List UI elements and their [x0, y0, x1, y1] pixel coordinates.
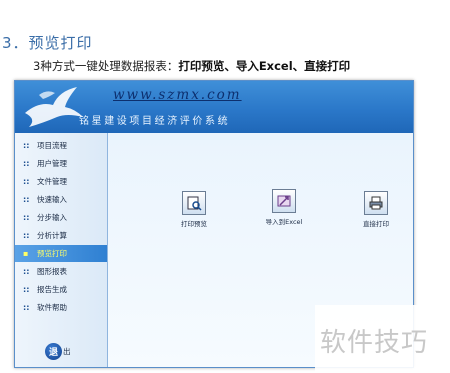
bullet-icon: ::	[23, 285, 30, 294]
bullet-icon: ::	[23, 195, 30, 204]
sidebar-item-preview-print[interactable]: ▪ 预览打印	[15, 245, 107, 262]
print-preview-icon	[182, 191, 206, 215]
sidebar-item-quick-input[interactable]: :: 快速输入	[15, 191, 107, 208]
direct-print-button[interactable]: 直接打印	[346, 191, 406, 228]
sidebar-item-label: 预览打印	[37, 249, 67, 258]
sidebar-item-label: 快速输入	[37, 195, 67, 204]
bullet-icon: ::	[23, 303, 30, 312]
sidebar-item-step-input[interactable]: :: 分步输入	[15, 209, 107, 226]
export-excel-icon	[272, 189, 296, 213]
bullet-icon: ::	[23, 213, 30, 222]
sidebar-item-file-management[interactable]: :: 文件管理	[15, 173, 107, 190]
sidebar-item-user-management[interactable]: :: 用户管理	[15, 155, 107, 172]
watermark-text: 软件技巧	[320, 328, 429, 358]
sidebar-item-report-generation[interactable]: :: 报告生成	[15, 281, 107, 298]
sidebar-item-label: 文件管理	[37, 177, 67, 186]
section-description: 3种方式一键处理数据报表：打印预览、导入Excel、直接打印	[33, 58, 350, 74]
action-label: 直接打印	[363, 220, 389, 228]
sidebar-item-label: 软件帮助	[37, 303, 67, 312]
bullet-icon: ▪	[23, 249, 29, 258]
sidebar-item-label: 报告生成	[37, 285, 67, 294]
sidebar-item-label: 项目流程	[37, 141, 67, 150]
sidebar-item-label: 分析计算	[37, 231, 67, 240]
banner-url: www.szmx.com	[113, 87, 242, 103]
action-label: 导入到Excel	[265, 218, 303, 226]
bullet-icon: ::	[23, 141, 30, 150]
description-text: 3种方式一键处理数据报表：	[33, 59, 179, 73]
sidebar-item-project-flow[interactable]: :: 项目流程	[15, 137, 107, 154]
bullet-icon: ::	[23, 267, 30, 276]
description-bold-text: 打印预览、导入Excel、直接打印	[178, 59, 351, 73]
section-heading: 3．预览打印	[2, 34, 93, 52]
bullet-icon: ::	[23, 177, 30, 186]
exit-label: 出	[63, 347, 71, 356]
sidebar-menu: :: 项目流程 :: 用户管理 :: 文件管理 :: 快速输入 :: 分步输入 :: 分析计…	[15, 133, 108, 367]
printer-icon	[364, 191, 388, 215]
print-preview-button[interactable]: 打印预览	[164, 191, 224, 228]
exit-icon: 退	[45, 343, 62, 360]
app-title: 铭星建设项目经济评价系统	[79, 116, 231, 127]
export-excel-button[interactable]: 导入到Excel	[254, 189, 314, 226]
sidebar-item-analysis[interactable]: :: 分析计算	[15, 227, 107, 244]
action-label: 打印预览	[181, 220, 207, 228]
app-banner: www.szmx.com 铭星建设项目经济评价系统	[15, 81, 413, 133]
bullet-icon: ::	[23, 231, 30, 240]
sidebar-item-label: 分步输入	[37, 213, 67, 222]
sidebar-item-help[interactable]: :: 软件帮助	[15, 299, 107, 316]
bullet-icon: ::	[23, 159, 30, 168]
exit-button[interactable]: 退 出	[45, 343, 71, 360]
sidebar-item-label: 用户管理	[37, 159, 67, 168]
sidebar-item-chart-report[interactable]: :: 图形报表	[15, 263, 107, 280]
sidebar-item-label: 图形报表	[37, 267, 67, 276]
